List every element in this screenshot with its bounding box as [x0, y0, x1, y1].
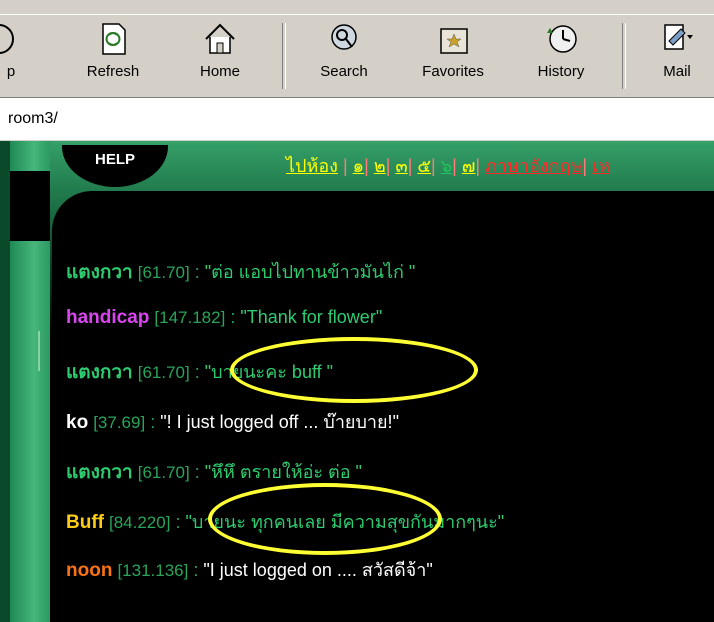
mail-icon [664, 24, 693, 50]
message-nick: Buff [66, 512, 104, 533]
message-nick: แตงกวา [66, 362, 133, 383]
message-text: "Thank for flower" [240, 307, 383, 327]
chat-message: ko [37.69] : "! I just logged off ... บ๊… [66, 412, 399, 433]
message-text: "! I just logged off ... บ๊ายบาย!" [160, 412, 399, 432]
left-nav-block [10, 171, 50, 241]
room-link-5[interactable]: ๕ [417, 156, 431, 176]
room-link-6[interactable]: ๖ [441, 156, 452, 176]
favorites-label: Favorites [422, 63, 484, 80]
message-nick: ko [66, 412, 89, 433]
message-text: "ต่อ แอบไปทานข้าวมันไก่ " [204, 262, 416, 282]
toolbar-separator-2 [622, 23, 626, 89]
menu-strip [0, 0, 714, 15]
refresh-icon [102, 23, 126, 55]
room-link-2[interactable]: ๒ [374, 156, 386, 176]
room-link-7[interactable]: ๗ [462, 156, 476, 176]
message-ip: [61.70] [137, 463, 190, 482]
favorites-button[interactable]: Favorites [406, 21, 500, 93]
room-link-3[interactable]: ๓ [395, 156, 407, 176]
highlight-circle-1 [230, 337, 478, 403]
room-link-english[interactable]: ภาษาอังกฤษ [485, 156, 582, 176]
room-nav-prefix[interactable]: ไปห้อง [286, 156, 338, 176]
message-nick: noon [66, 560, 113, 581]
browser-toolbar: p Refresh Home Search Favorites History … [0, 14, 714, 98]
stop-icon [0, 24, 14, 54]
message-ip: [37.69] [93, 413, 146, 432]
room-link-1[interactable]: ๑ [353, 156, 364, 176]
stop-label: p [6, 63, 16, 80]
room-link-more[interactable]: เห [592, 156, 610, 176]
message-ip: [84.220] [109, 513, 171, 532]
chat-message: noon [131.136] : "I just logged on .... … [66, 560, 433, 581]
message-ip: [147.182] [154, 308, 226, 327]
address-value: room3/ [8, 110, 58, 127]
toolbar-separator [282, 23, 286, 89]
address-bar[interactable]: room3/ [0, 97, 714, 142]
message-text: "I just logged on .... สวัสดีจ้า" [203, 560, 433, 580]
home-button[interactable]: Home [190, 21, 250, 93]
chat-message: handicap [147.182] : "Thank for flower" [66, 307, 383, 328]
search-icon [331, 24, 357, 50]
message-ip: [61.70] [137, 263, 190, 282]
history-icon [547, 25, 577, 53]
message-nick: แตงกวา [66, 262, 133, 283]
message-ip: [131.136] [117, 561, 189, 580]
favorites-icon [440, 28, 468, 54]
chat-page: HELP ไปห้อง | ๑| ๒| ๓| ๕| ๖| ๗| ภาษาอังก… [0, 141, 714, 622]
room-navigation: ไปห้อง | ๑| ๒| ๓| ๕| ๖| ๗| ภาษาอังกฤษ| เ… [286, 156, 611, 176]
chat-messages: แตงกวา [61.70] : "ต่อ แอบไปทานข้าวมันไก่… [52, 191, 714, 622]
home-icon [205, 23, 235, 54]
message-nick: แตงกวา [66, 462, 133, 483]
message-ip: [61.70] [137, 363, 190, 382]
message-text: "หึหึ ตรายให้อ่ะ ต่อ " [204, 462, 362, 482]
mail-label: Mail [663, 63, 691, 80]
refresh-button[interactable]: Refresh [78, 21, 148, 93]
home-label: Home [199, 63, 240, 80]
history-label: History [537, 63, 585, 80]
left-nav-strip [10, 141, 50, 622]
help-label: HELP [94, 151, 135, 168]
search-label: Search [320, 63, 368, 80]
search-button[interactable]: Search [306, 21, 382, 93]
stop-button[interactable]: p [0, 21, 34, 93]
mail-button[interactable]: Mail [644, 21, 710, 93]
history-button[interactable]: History [526, 21, 596, 93]
highlight-circle-2 [208, 483, 442, 555]
refresh-label: Refresh [86, 63, 140, 80]
chat-message: แตงกวา [61.70] : "ต่อ แอบไปทานข้าวมันไก่… [66, 262, 416, 283]
message-nick: handicap [66, 307, 150, 328]
